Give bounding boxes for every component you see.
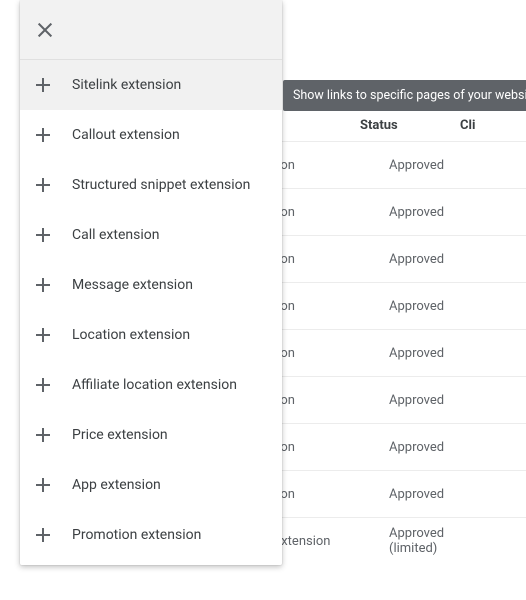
plus-icon (36, 228, 50, 242)
extension-option-label: Message extension (72, 277, 193, 293)
extension-option-callout-extension[interactable]: Callout extension (20, 110, 282, 160)
extension-option-affiliate-location-extension[interactable]: Affiliate location extension (20, 360, 282, 410)
row-status: Approved (389, 440, 479, 455)
plus-icon (36, 378, 50, 392)
plus-icon (36, 78, 50, 92)
plus-icon (36, 428, 50, 442)
extension-option-label: App extension (72, 477, 161, 493)
extension-option-label: Structured snippet extension (72, 177, 250, 193)
header-status: Status (360, 118, 450, 133)
extension-option-sitelink-extension[interactable]: Sitelink extension (20, 60, 282, 110)
plus-icon (36, 478, 50, 492)
extension-option-label: Call extension (72, 227, 159, 243)
extension-option-app-extension[interactable]: App extension (20, 460, 282, 510)
extension-option-label: Callout extension (72, 127, 180, 143)
row-status: Approved (389, 393, 479, 408)
extension-option-structured-snippet-extension[interactable]: Structured snippet extension (20, 160, 282, 210)
extension-option-location-extension[interactable]: Location extension (20, 310, 282, 360)
row-status: Approved (limited) (389, 526, 479, 556)
extension-option-label: Price extension (72, 427, 168, 443)
plus-icon (36, 278, 50, 292)
row-status: Approved (389, 346, 479, 361)
row-status: Approved (389, 299, 479, 314)
extension-option-label: Affiliate location extension (72, 377, 237, 393)
row-status: Approved (389, 252, 479, 267)
plus-icon (36, 328, 50, 342)
row-status: Approved (389, 158, 479, 173)
close-icon[interactable] (36, 21, 54, 39)
extension-option-label: Location extension (72, 327, 190, 343)
extension-option-call-extension[interactable]: Call extension (20, 210, 282, 260)
row-status: Approved (389, 487, 479, 502)
extension-option-promotion-extension[interactable]: Promotion extension (20, 510, 282, 560)
extension-option-message-extension[interactable]: Message extension (20, 260, 282, 310)
extension-option-price-extension[interactable]: Price extension (20, 410, 282, 460)
header-clicks: Cli (460, 118, 510, 133)
plus-icon (36, 178, 50, 192)
add-extension-panel: Sitelink extension Callout extension Struc… (20, 0, 282, 565)
row-status: Approved (389, 205, 479, 220)
extension-option-label: Sitelink extension (72, 77, 181, 93)
plus-icon (36, 528, 50, 542)
panel-header (20, 0, 282, 60)
plus-icon (36, 128, 50, 142)
extension-option-label: Promotion extension (72, 527, 201, 543)
extension-type-list: Sitelink extension Callout extension Struc… (20, 60, 282, 565)
tooltip: Show links to specific pages of your web… (283, 80, 526, 111)
